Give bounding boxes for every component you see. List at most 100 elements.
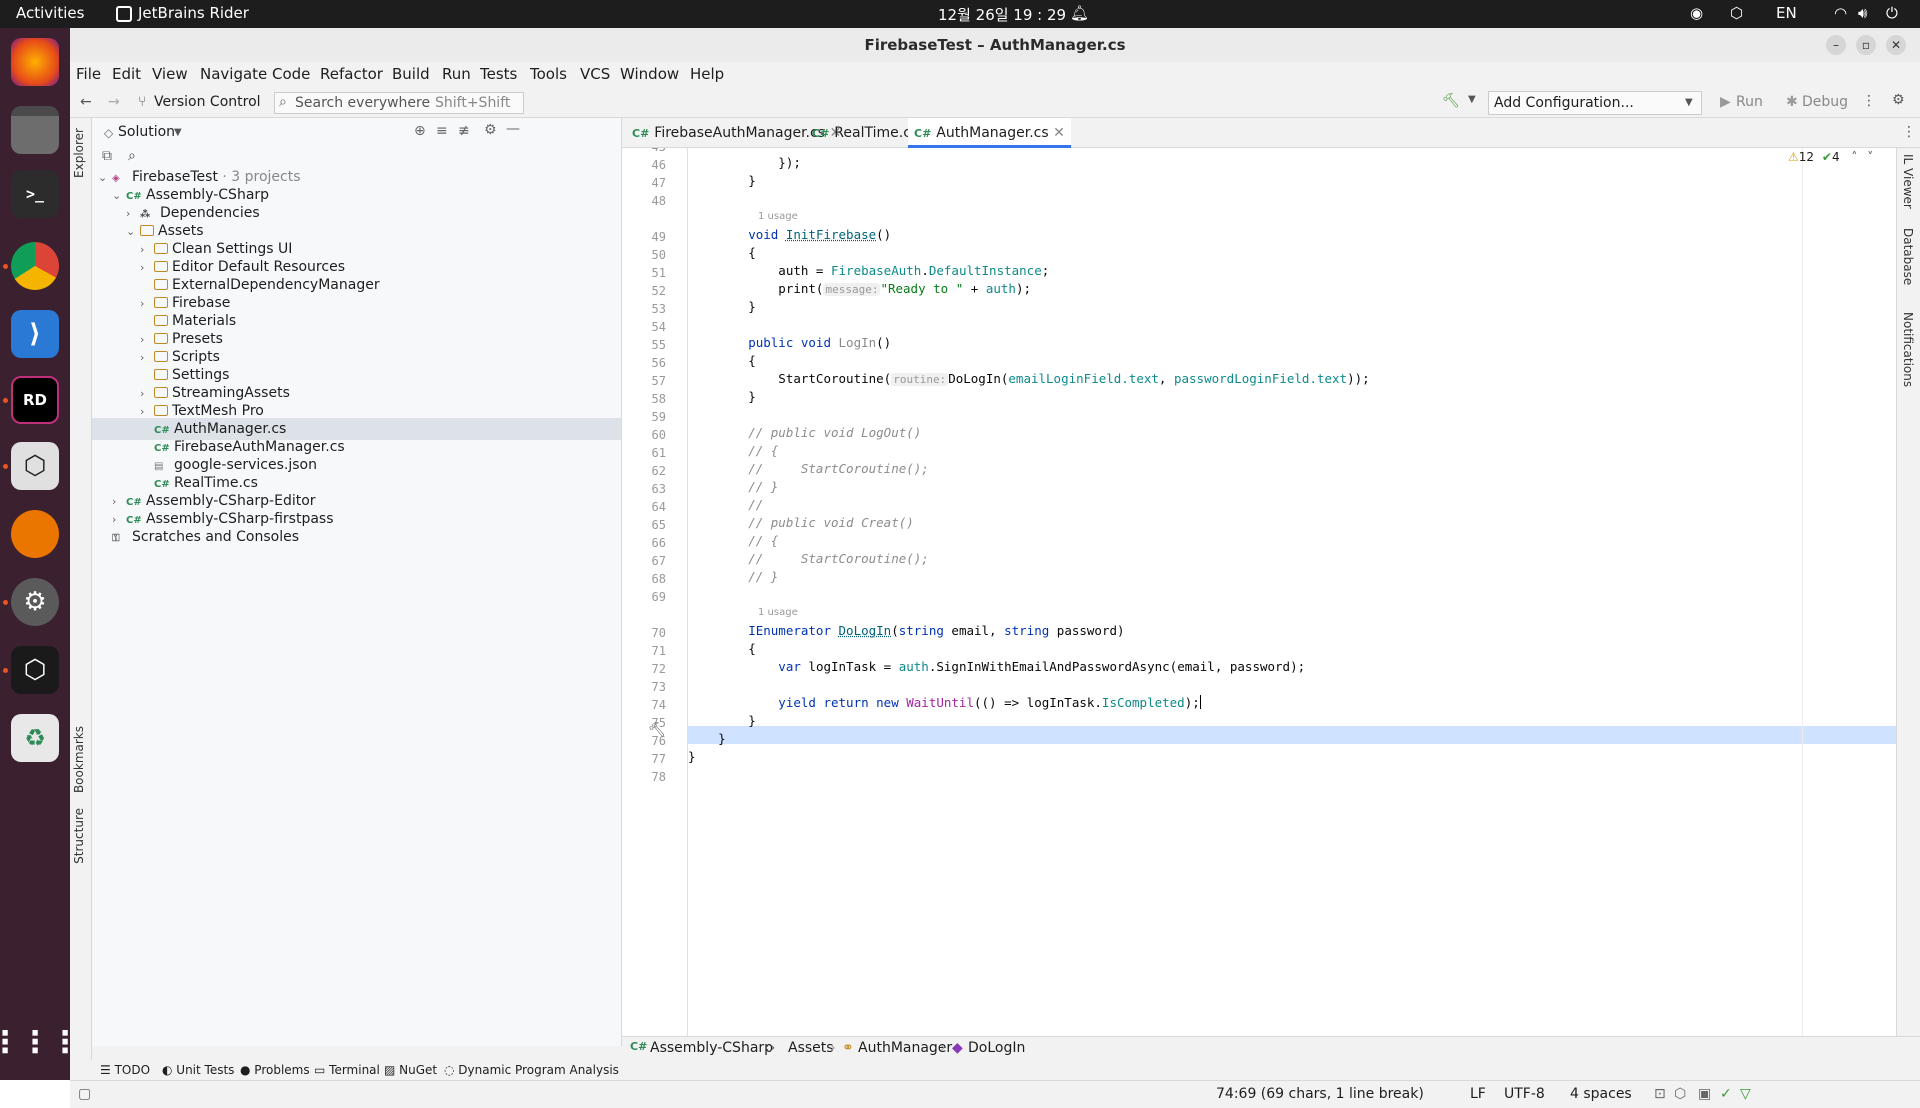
tree-scratches[interactable]: ⚿ Scratches and Consoles	[112, 526, 299, 548]
breadcrumb-project[interactable]: Assembly-CSharp	[650, 1040, 773, 1056]
ide-settings-icon[interactable]: ⚙	[1892, 92, 1905, 108]
usage-hint[interactable]: 1 usage	[688, 208, 798, 226]
search-icon[interactable]: ⌕	[128, 148, 136, 164]
back-icon[interactable]: ←	[80, 94, 92, 110]
explorer-tool-tab[interactable]: Explorer	[72, 128, 86, 178]
more-actions-icon[interactable]: ⋮	[1862, 93, 1876, 109]
clock[interactable]: 12월 26일 19 : 29	[938, 4, 1066, 25]
menu-help[interactable]: Help	[690, 65, 724, 83]
il-viewer-tool-tab[interactable]: IL Viewer	[1901, 154, 1915, 209]
collapse-all-icon[interactable]: ≢	[458, 123, 470, 139]
filter-icon[interactable]: ⧉	[102, 148, 112, 164]
menu-code[interactable]: Code	[272, 65, 310, 83]
unity-hub-icon[interactable]: ⬡	[11, 442, 59, 490]
bell-icon[interactable]: 🔔︎	[1070, 4, 1089, 22]
minimize-icon[interactable]: –	[1826, 35, 1846, 55]
maximize-icon[interactable]: ▫	[1856, 35, 1876, 55]
menu-build[interactable]: Build	[392, 65, 430, 83]
build-hammer-icon[interactable]: 🔨︎	[1442, 93, 1460, 109]
run-icon[interactable]: ▶	[1720, 94, 1731, 110]
locate-icon[interactable]: ⊕	[414, 123, 426, 139]
usage-hint[interactable]: 1 usage	[688, 604, 798, 622]
inspection-status-icon[interactable]: ▽	[1740, 1086, 1751, 1102]
build-hammer-gutter-icon[interactable]: 🔨︎	[648, 722, 666, 738]
power-icon[interactable]: ⏻	[1886, 4, 1898, 22]
unit-tests-tab[interactable]: ◐ Unit Tests	[162, 1063, 234, 1077]
run-button[interactable]: Run	[1736, 94, 1763, 110]
todo-tab[interactable]: ☰ TODO	[100, 1063, 150, 1077]
inspection-widget[interactable]: ⚠12 ✔4 ˄ ˅	[1788, 150, 1873, 164]
trash-icon[interactable]: ♻	[11, 714, 59, 762]
terminal-icon[interactable]: >_	[11, 170, 59, 218]
expand-all-icon[interactable]: ≡	[436, 123, 448, 139]
gear-icon[interactable]: ⚙	[484, 122, 497, 138]
build-dropdown-icon[interactable]: ▼	[1468, 94, 1476, 105]
settings-app-icon[interactable]: ⚙	[11, 578, 59, 626]
activities-button[interactable]: Activities	[16, 4, 84, 22]
rider-icon[interactable]: RD	[11, 376, 59, 424]
line-number: 56	[651, 356, 666, 370]
toggle-tool-windows-icon[interactable]: ▢	[78, 1086, 91, 1102]
firefox-icon[interactable]	[11, 38, 59, 86]
add-configuration-dropdown[interactable]: Add Configuration... ▼	[1488, 91, 1702, 115]
menu-run[interactable]: Run	[442, 65, 471, 83]
menu-window[interactable]: Window	[620, 65, 679, 83]
explorer-title[interactable]: Solution	[118, 124, 175, 140]
language-indicator[interactable]: EN	[1776, 4, 1797, 22]
active-app-name[interactable]: JetBrains Rider	[138, 4, 249, 22]
unity-tray-icon[interactable]: ⬡	[1730, 4, 1743, 22]
line-separator[interactable]: LF	[1470, 1086, 1486, 1102]
chrome-icon[interactable]	[11, 242, 59, 290]
indent-setting[interactable]: 4 spaces	[1570, 1086, 1632, 1102]
code-analysis-icon[interactable]: ✓	[1720, 1086, 1732, 1102]
caret-position[interactable]: 74:69 (69 chars, 1 line break)	[1216, 1086, 1424, 1102]
problems-tab[interactable]: ● Problems	[240, 1063, 310, 1077]
memory-icon[interactable]: ▣	[1698, 1086, 1711, 1102]
menu-refactor[interactable]: Refactor	[320, 65, 383, 83]
chevron-down-icon[interactable]: ▼	[174, 127, 182, 138]
vscode-icon[interactable]: ⟩	[11, 310, 59, 358]
search-everywhere-field[interactable]: ⌕ Search everywhere Shift+Shift	[274, 92, 524, 114]
wifi-icon[interactable]: ◠	[1834, 4, 1847, 22]
tab-options-icon[interactable]: ⋮	[1902, 124, 1916, 140]
files-icon[interactable]	[11, 106, 59, 154]
next-highlight-icon[interactable]: ˅	[1867, 150, 1873, 164]
lock-icon[interactable]: ⊡	[1654, 1086, 1666, 1102]
menu-edit[interactable]: Edit	[112, 65, 141, 83]
version-control-button[interactable]: Version Control	[154, 94, 261, 110]
menu-file[interactable]: File	[76, 65, 101, 83]
debug-icon[interactable]: ✱	[1786, 94, 1798, 110]
breadcrumb-assets[interactable]: Assets	[788, 1040, 834, 1056]
hide-panel-icon[interactable]: —	[506, 121, 520, 137]
menu-navigate[interactable]: Navigate	[200, 65, 267, 83]
menu-tests[interactable]: Tests	[480, 65, 517, 83]
color-picker-icon[interactable]: ◉	[1690, 4, 1703, 22]
debug-button[interactable]: Debug	[1802, 94, 1848, 110]
nuget-tab[interactable]: ▨ NuGet	[384, 1063, 437, 1077]
menu-tools[interactable]: Tools	[530, 65, 567, 83]
notifications-tool-tab[interactable]: Notifications	[1901, 312, 1915, 387]
breadcrumb-class[interactable]: AuthManager	[858, 1040, 952, 1056]
file-encoding[interactable]: UTF-8	[1504, 1086, 1545, 1102]
code-comment: // public void LogOut()	[688, 425, 922, 440]
show-apps-icon[interactable]: ⋮⋮⋮	[0, 1018, 80, 1066]
close-tab-icon[interactable]: ✕	[1053, 125, 1065, 141]
database-tool-tab[interactable]: Database	[1901, 228, 1915, 285]
close-icon[interactable]: ✕	[1886, 35, 1906, 55]
breadcrumb-method[interactable]: DoLogIn	[968, 1040, 1025, 1056]
menu-view[interactable]: View	[152, 65, 188, 83]
tab-authmanager-active[interactable]: C# AuthManager.cs ✕	[908, 118, 1071, 148]
code-editor[interactable]: 45 46 47 48 49 50 51 52 53 54 55 56 57 5…	[622, 148, 1920, 1036]
unity-status-icon[interactable]: ⬡	[1674, 1086, 1686, 1102]
menu-vcs[interactable]: VCS	[580, 65, 610, 83]
structure-tool-tab[interactable]: Structure	[72, 808, 86, 864]
blender-icon[interactable]	[11, 510, 59, 558]
dynamic-program-analysis-tab[interactable]: ◌ Dynamic Program Analysis	[444, 1063, 619, 1077]
prev-highlight-icon[interactable]: ˄	[1851, 150, 1857, 164]
terminal-tab[interactable]: ▭ Terminal	[314, 1063, 380, 1077]
line-number: 71	[651, 644, 666, 658]
volume-icon[interactable]: 🔊︎	[1858, 4, 1867, 22]
forward-icon[interactable]: →	[108, 94, 120, 110]
unity-editor-icon[interactable]: ⬡	[11, 646, 59, 694]
bookmarks-tool-tab[interactable]: Bookmarks	[72, 726, 86, 793]
